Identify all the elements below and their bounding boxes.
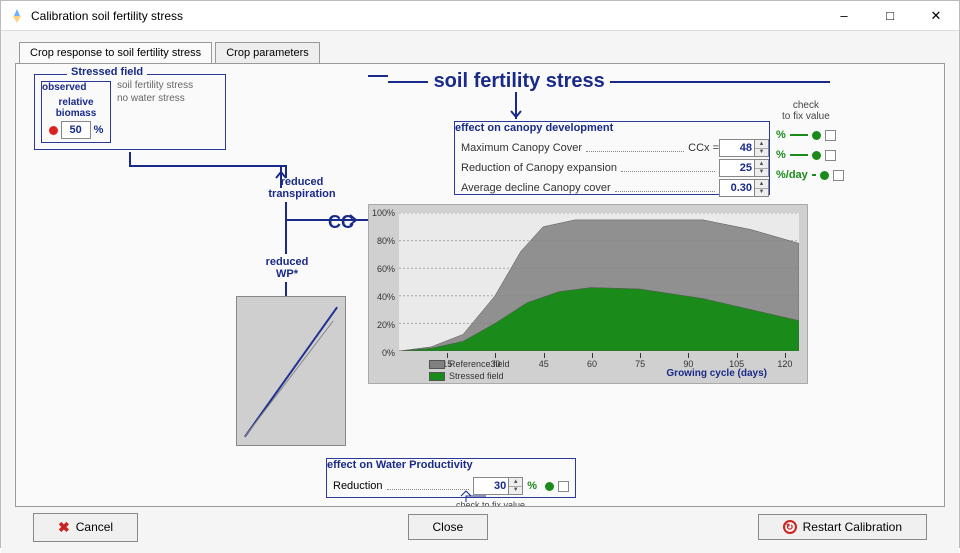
canopy-row-ccx-right: % % %/day [772, 125, 844, 185]
cc-chart-svg [399, 213, 799, 351]
observed-legend: observed [42, 82, 110, 93]
reduced-wp-label: reduced WP* [252, 256, 322, 280]
reduction-fix-checkbox[interactable] [825, 150, 836, 161]
reduced-transpiration-label: reduced transpiration [252, 176, 352, 200]
decline-spinner[interactable]: ▲▼ [755, 179, 769, 197]
window-title: Calibration soil fertility stress [31, 9, 821, 23]
close-button[interactable]: Close [408, 514, 489, 540]
relative-biomass-unit: % [94, 124, 104, 136]
app-icon [9, 8, 25, 24]
ccx-fix-checkbox[interactable] [825, 130, 836, 141]
close-window-button[interactable]: ✕ [913, 1, 959, 31]
reduction-slider-dot[interactable] [812, 151, 821, 160]
canopy-row-reduction: Reduction of Canopy expansion ▲▼ [455, 158, 769, 178]
canopy-row-decline: Average decline Canopy cover ▲▼ [455, 178, 769, 198]
app-window: Calibration soil fertility stress – □ ✕ … [0, 0, 960, 548]
canopy-row-ccx: Maximum Canopy Cover CCx = ▲▼ [455, 138, 769, 158]
tab-crop-response[interactable]: Crop response to soil fertility stress [19, 42, 212, 64]
wp-slider-dot[interactable] [545, 482, 554, 491]
stressed-field-group: Stressed field observed relative biomass… [34, 74, 226, 150]
minimize-button[interactable]: – [821, 1, 867, 31]
window-controls: – □ ✕ [821, 1, 959, 31]
decline-fix-checkbox[interactable] [833, 170, 844, 181]
reduction-input[interactable] [719, 159, 755, 177]
reduction-spinner[interactable]: ▲▼ [755, 159, 769, 177]
cc-axis-label: CC [328, 212, 354, 233]
title-bar: Calibration soil fertility stress – □ ✕ [1, 1, 959, 31]
wp-reduction-spinner[interactable]: ▲▼ [509, 477, 523, 495]
water-productivity-group: effect on Water Productivity Reduction ▲… [326, 458, 576, 498]
check-fix-label: check to fix value [782, 100, 830, 122]
wp-fix-checkbox[interactable] [558, 481, 569, 492]
wp-check-fix-label: check to fix value [456, 500, 525, 507]
decline-input[interactable] [719, 179, 755, 197]
main-panel: soil fertility stress Stressed field obs… [15, 63, 945, 507]
observed-indicator-dot [49, 126, 58, 135]
cc-chart-x-axis-label: Growing cycle (days) [666, 368, 767, 379]
ccx-spinner[interactable]: ▲▼ [755, 139, 769, 157]
wp-small-chart [236, 296, 346, 446]
restart-icon: ↻ [783, 520, 797, 534]
stress-notes: soil fertility stress no water stress [117, 79, 193, 105]
footer-bar: ✖Cancel Close ↻Restart Calibration [15, 507, 945, 547]
cc-chart-plot [399, 213, 799, 351]
cancel-icon: ✖ [58, 519, 70, 536]
decline-slider-dot[interactable] [820, 171, 829, 180]
ccx-input[interactable] [719, 139, 755, 157]
main-heading-text: soil fertility stress [434, 70, 605, 92]
tab-strip: Crop response to soil fertility stress C… [19, 41, 945, 63]
wp-reduction-input[interactable] [473, 477, 509, 495]
stressed-field-legend: Stressed field [67, 66, 147, 78]
wp-legend: effect on Water Productivity [327, 459, 575, 471]
ccx-slider-dot[interactable] [812, 131, 821, 140]
content-area: Crop response to soil fertility stress C… [1, 31, 959, 553]
wp-reduction-label: Reduction [333, 480, 383, 492]
relative-biomass-input[interactable] [61, 121, 91, 139]
observed-subgroup: observed relative biomass % [41, 81, 111, 143]
cc-chart-legend: Reference field Stressed field [429, 359, 510, 381]
main-heading: soil fertility stress [388, 70, 830, 93]
cancel-button[interactable]: ✖Cancel [33, 513, 138, 542]
maximize-button[interactable]: □ [867, 1, 913, 31]
canopy-development-group: effect on canopy development Maximum Can… [454, 121, 770, 195]
canopy-legend: effect on canopy development [455, 122, 769, 134]
relative-biomass-label: relative biomass [42, 97, 110, 119]
cc-chart: 0%20%40%60%80%100% 153045607590105120 Gr… [368, 204, 808, 384]
tab-crop-parameters[interactable]: Crop parameters [215, 42, 320, 64]
restart-calibration-button[interactable]: ↻Restart Calibration [758, 514, 927, 540]
